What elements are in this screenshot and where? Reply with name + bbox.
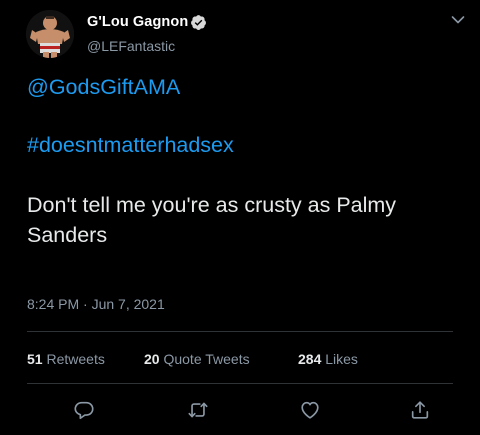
avatar-image	[26, 10, 74, 58]
reply-icon	[74, 401, 94, 420]
avatar[interactable]	[26, 10, 74, 58]
tweet-card: G'Lou Gagnon @LEFantastic @GodsGiftAMA #…	[0, 0, 480, 435]
retweets-stat[interactable]: 51 Retweets	[27, 351, 105, 367]
hashtag-link[interactable]: #doesntmatterhadsex	[27, 130, 234, 160]
mention-link[interactable]: @GodsGiftAMA	[27, 72, 180, 102]
quote-tweets-stat[interactable]: 20 Quote Tweets	[144, 351, 250, 367]
user-handle[interactable]: @LEFantastic	[87, 38, 175, 54]
heart-icon	[301, 401, 319, 419]
verified-badge-icon	[191, 15, 206, 30]
retweet-button[interactable]	[187, 399, 209, 421]
divider	[27, 331, 453, 332]
retweets-label: Retweets	[46, 351, 105, 367]
likes-stat[interactable]: 284 Likes	[298, 351, 358, 367]
chevron-down-icon[interactable]	[451, 15, 465, 25]
retweets-count: 51	[27, 351, 43, 367]
reply-button[interactable]	[73, 399, 95, 421]
quote-tweets-count: 20	[144, 351, 160, 367]
display-name[interactable]: G'Lou Gagnon	[87, 14, 188, 30]
like-button[interactable]	[299, 399, 321, 421]
retweet-icon	[188, 402, 208, 418]
tweet-text: Don't tell me you're as crusty as Palmy …	[27, 193, 397, 247]
share-button[interactable]	[409, 399, 431, 421]
divider	[27, 383, 453, 384]
share-icon	[411, 401, 429, 419]
likes-label: Likes	[325, 351, 358, 367]
likes-count: 284	[298, 351, 322, 367]
tweet-timestamp[interactable]: 8:24 PM · Jun 7, 2021	[27, 296, 165, 312]
quote-tweets-label: Quote Tweets	[163, 351, 250, 367]
